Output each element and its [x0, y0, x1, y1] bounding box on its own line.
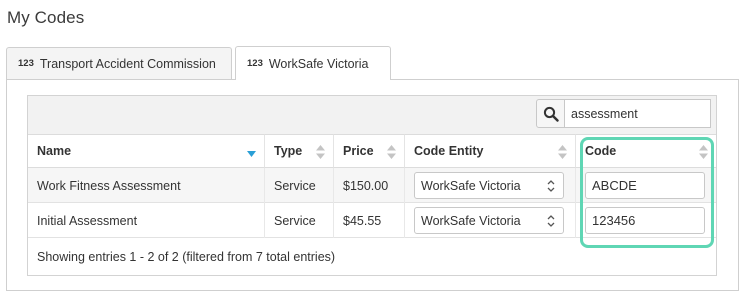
- tab-label: WorkSafe Victoria: [268, 56, 369, 71]
- tab-label: Transport Accident Commission: [39, 56, 216, 71]
- column-header-label: Code Entity: [414, 144, 484, 158]
- cell-name: Work Fitness Assessment: [37, 178, 181, 193]
- tab-number-badge: 123: [247, 58, 263, 69]
- code-entity-select[interactable]: WorkSafe Victoria: [414, 172, 564, 199]
- select-arrows-icon: [547, 215, 555, 227]
- code-input[interactable]: [585, 172, 705, 199]
- column-header-price[interactable]: Price: [333, 134, 404, 168]
- column-header-code-entity[interactable]: Code Entity: [404, 134, 575, 168]
- search-button[interactable]: [536, 99, 565, 128]
- sort-desc-icon: [247, 151, 256, 157]
- column-header-label: Type: [274, 144, 303, 158]
- cell-price: $45.55: [333, 203, 404, 238]
- column-header-label: Code: [585, 144, 617, 158]
- cell-price: $150.00: [333, 168, 404, 203]
- code-entity-select[interactable]: WorkSafe Victoria: [414, 207, 564, 234]
- code-input[interactable]: [585, 207, 705, 234]
- tab-number-badge: 123: [18, 58, 34, 69]
- column-header-name[interactable]: Name: [28, 134, 264, 168]
- table-footer: Showing entries 1 - 2 of 2 (filtered fro…: [28, 238, 716, 275]
- cell-type: Service: [264, 203, 333, 238]
- column-header-label: Price: [343, 144, 374, 158]
- tab-transport-accident-commission[interactable]: 123 Transport Accident Commission: [6, 47, 232, 79]
- sort-icon: [699, 145, 708, 159]
- column-header-type[interactable]: Type: [264, 134, 333, 168]
- column-header-code[interactable]: Code: [575, 134, 716, 168]
- sort-icon: [558, 145, 567, 159]
- column-header-label: Name: [37, 144, 72, 158]
- search-icon: [543, 106, 559, 122]
- tab-worksafe-victoria[interactable]: 123 WorkSafe Victoria: [235, 46, 391, 80]
- search-input[interactable]: [565, 99, 711, 128]
- select-arrows-icon: [547, 180, 555, 192]
- sort-icon: [316, 145, 325, 159]
- sort-icon: [387, 145, 396, 159]
- cell-name: Initial Assessment: [37, 213, 138, 228]
- table-row: Initial Assessment Service $45.55 WorkSa…: [28, 203, 716, 238]
- code-entity-select-value: WorkSafe Victoria: [421, 213, 521, 228]
- page-title: My Codes: [7, 8, 85, 27]
- code-entity-select-value: WorkSafe Victoria: [421, 178, 521, 193]
- table-row: Work Fitness Assessment Service $150.00 …: [28, 168, 716, 203]
- cell-type: Service: [264, 168, 333, 203]
